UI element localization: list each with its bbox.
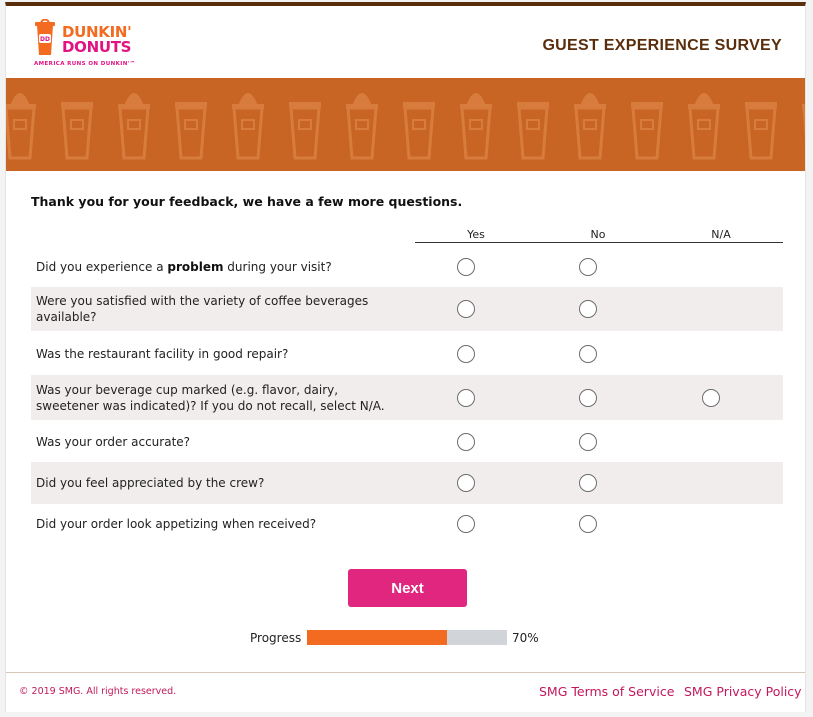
column-headers: Yes No N/A bbox=[31, 225, 783, 243]
question-text: Was the restaurant facility in good repa… bbox=[36, 346, 396, 362]
copyright-text: © 2019 SMG. All rights reserved. bbox=[19, 686, 177, 697]
radio-yes[interactable] bbox=[457, 388, 475, 407]
radio-yes[interactable] bbox=[457, 300, 475, 318]
dunkin-logo: DD DUNKIN' DONUTS AMERICA RUNS ON DUNKIN… bbox=[32, 17, 172, 69]
question-text: Did your order look appetizing when rece… bbox=[36, 516, 396, 532]
progress-percent: 70% bbox=[512, 631, 539, 645]
coffee-cup-icon: DD bbox=[35, 19, 55, 55]
privacy-policy-link[interactable]: SMG Privacy Policy bbox=[684, 684, 802, 699]
survey-page: DD DUNKIN' DONUTS AMERICA RUNS ON DUNKIN… bbox=[5, 2, 806, 712]
radio-no[interactable] bbox=[579, 433, 597, 451]
question-text: Did you experience a problem during your… bbox=[36, 259, 396, 275]
question-emphasis: problem bbox=[167, 260, 224, 274]
radio-no[interactable] bbox=[579, 300, 597, 318]
question-text-part: Was your beverage cup marked (e.g. flavo… bbox=[36, 382, 385, 413]
question-text-part: Were you satisfied with the variety of c… bbox=[36, 294, 369, 324]
intro-text: Thank you for your feedback, we have a f… bbox=[31, 194, 463, 209]
next-button[interactable]: Next bbox=[348, 569, 467, 607]
question-text-part: during your visit? bbox=[223, 260, 332, 274]
radio-no[interactable] bbox=[579, 258, 597, 276]
question-row: Was the restaurant facility in good repa… bbox=[31, 333, 783, 375]
question-text: Were you satisfied with the variety of c… bbox=[36, 293, 396, 325]
question-row: Did you experience a problem during your… bbox=[31, 248, 783, 286]
brand-tagline: AMERICA RUNS ON DUNKIN'™ bbox=[34, 61, 136, 67]
progress-fill bbox=[307, 630, 447, 645]
question-text: Was your order accurate? bbox=[36, 434, 396, 450]
question-text: Did you feel appreciated by the crew? bbox=[36, 475, 396, 491]
header-divider bbox=[415, 242, 783, 243]
radio-yes[interactable] bbox=[457, 258, 475, 276]
question-text-part: Did you experience a bbox=[36, 260, 168, 274]
cup-pattern bbox=[6, 93, 805, 160]
column-header-na: N/A bbox=[711, 228, 731, 241]
radio-na[interactable] bbox=[702, 388, 720, 407]
column-header-yes: Yes bbox=[467, 228, 485, 241]
question-text-part: Was your order accurate? bbox=[36, 435, 191, 449]
question-text-part: Was the restaurant facility in good repa… bbox=[36, 347, 289, 361]
question-row: Were you satisfied with the variety of c… bbox=[31, 287, 783, 331]
terms-of-service-link[interactable]: SMG Terms of Service bbox=[539, 684, 674, 699]
question-text-part: Did your order look appetizing when rece… bbox=[36, 517, 317, 531]
radio-no[interactable] bbox=[579, 474, 597, 492]
footer-divider bbox=[6, 672, 805, 673]
radio-no[interactable] bbox=[579, 388, 597, 407]
question-row: Did you feel appreciated by the crew? bbox=[31, 462, 783, 504]
radio-no[interactable] bbox=[579, 515, 597, 533]
question-text: Was your beverage cup marked (e.g. flavo… bbox=[36, 382, 396, 414]
question-row: Was your beverage cup marked (e.g. flavo… bbox=[31, 375, 783, 420]
question-grid: Yes No N/A Did you experience a problem … bbox=[31, 225, 783, 533]
radio-yes[interactable] bbox=[457, 433, 475, 451]
radio-yes[interactable] bbox=[457, 345, 475, 363]
column-header-no: No bbox=[590, 228, 606, 241]
cup-text: DD bbox=[40, 36, 50, 43]
progress-bar bbox=[307, 630, 507, 645]
question-row: Was your order accurate? bbox=[31, 422, 783, 462]
radio-yes[interactable] bbox=[457, 474, 475, 492]
question-row: Did your order look appetizing when rece… bbox=[31, 504, 783, 544]
header: DD DUNKIN' DONUTS AMERICA RUNS ON DUNKIN… bbox=[6, 6, 805, 78]
brand-line2: DONUTS bbox=[62, 38, 132, 56]
progress-label: Progress bbox=[250, 631, 302, 645]
cup-pattern-banner bbox=[6, 78, 805, 171]
radio-yes[interactable] bbox=[457, 515, 475, 533]
page-title: GUEST EXPERIENCE SURVEY bbox=[542, 37, 782, 54]
question-text-part: Did you feel appreciated by the crew? bbox=[36, 476, 265, 490]
radio-no[interactable] bbox=[579, 345, 597, 363]
